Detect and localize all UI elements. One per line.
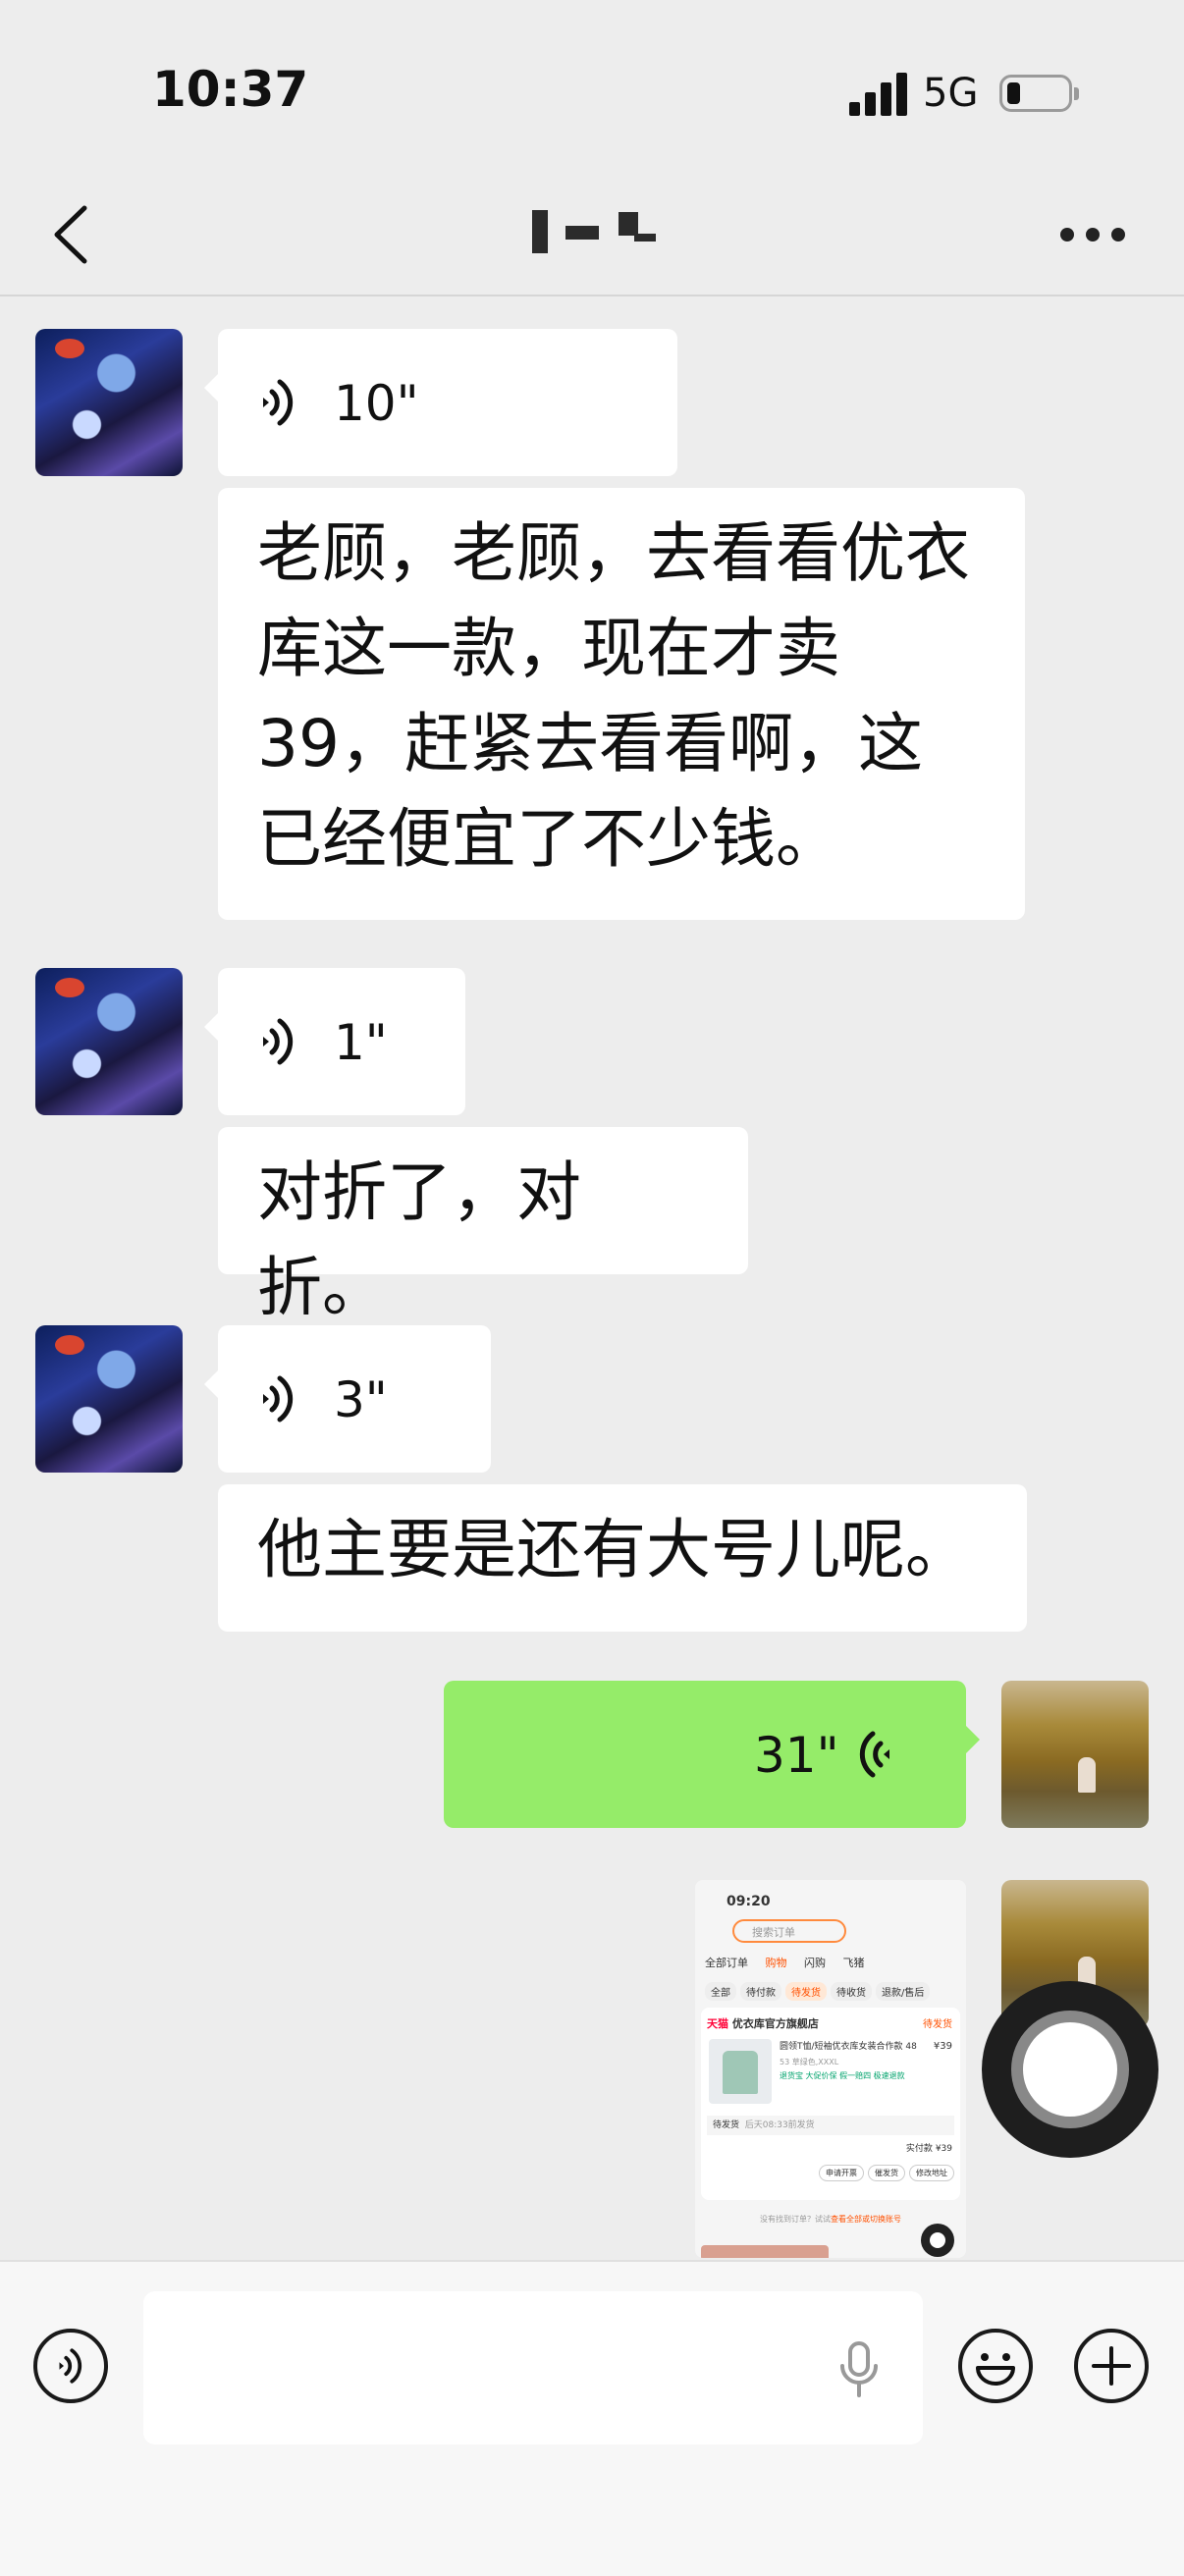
thumb-tabs: 全部订单 购物 闪购 飞猪 — [705, 1955, 960, 1970]
back-chevron-icon[interactable] — [45, 200, 104, 269]
voice-wave-icon — [263, 1018, 294, 1065]
image-message[interactable]: 09:20 搜索订单 全部订单 购物 闪购 飞猪 全部 待付款 待发货 待收货 退款/售… — [695, 1880, 966, 2258]
contact-avatar[interactable] — [35, 968, 183, 1115]
thumb-shipping: 待发货 — [713, 2120, 740, 2130]
thumb-search: 搜索订单 — [732, 1919, 846, 1943]
emoji-button[interactable] — [958, 2329, 1033, 2403]
signal-strength-icon — [849, 73, 908, 116]
emoji-icon — [976, 2353, 1015, 2386]
voice-message[interactable]: 1" — [204, 968, 465, 1115]
thumb-time: 09:20 — [727, 1894, 771, 1909]
thumb-paid-label: 实付款 — [905, 2144, 933, 2154]
plus-button[interactable] — [1074, 2329, 1149, 2403]
voice-duration: 3" — [334, 1371, 388, 1428]
thumb-tab: 全部订单 — [705, 1957, 748, 1969]
text-message[interactable]: 他主要是还有大号儿呢。 — [218, 1484, 1027, 1632]
contact-avatar[interactable] — [35, 329, 183, 476]
thumb-subtab: 待发货 — [785, 1982, 827, 2001]
thumb-store-name: 优衣库官方旗舰店 — [731, 2017, 819, 2030]
thumb-tab: 闪购 — [804, 1957, 826, 1969]
thumb-tags: 退货宝 大促价保 假一赔四 极速退款 — [780, 2071, 905, 2080]
voice-duration: 31" — [754, 1727, 839, 1784]
thumb-product-name: 圆领T恤/短袖优衣库女装合作款 48 — [780, 2042, 917, 2052]
battery-icon — [999, 75, 1079, 112]
thumb-tab: 飞猪 — [842, 1957, 865, 1969]
thumb-subtab: 待收货 — [831, 1982, 872, 2001]
thumb-next-image — [701, 2245, 829, 2258]
thumb-assistive-touch — [921, 2224, 954, 2257]
my-avatar[interactable] — [1001, 1681, 1149, 1828]
thumb-unit-price: ¥39 — [933, 2041, 952, 2052]
text-message[interactable]: 对折了，对折。 — [218, 1127, 748, 1325]
voice-mode-button[interactable] — [33, 2329, 108, 2403]
thumb-button: 修改地址 — [909, 2165, 954, 2181]
thumb-tab: 购物 — [765, 1957, 787, 1969]
network-type: 5G — [923, 71, 979, 116]
thumb-subtab: 退款/售后 — [876, 1982, 931, 2001]
voice-duration: 10" — [334, 375, 419, 432]
voice-wave-icon — [263, 379, 294, 426]
chat-nav-bar — [0, 177, 1184, 296]
input-bar — [0, 2260, 1184, 2576]
plus-icon — [1092, 2346, 1131, 2386]
thumb-order-card: 天猫 优衣库官方旗舰店 待发货 圆领T恤/短袖优衣库女装合作款 48 ¥39 5… — [701, 2008, 960, 2200]
microphone-icon[interactable] — [836, 2340, 882, 2399]
thumb-paid: ¥39 — [935, 2144, 952, 2154]
thumb-buttons: 申请开票 催发货 修改地址 — [815, 2165, 954, 2181]
more-dots-icon[interactable] — [1060, 228, 1129, 243]
voice-mode-icon — [59, 2348, 82, 2384]
thumb-subtab: 全部 — [705, 1982, 736, 2001]
voice-wave-icon — [859, 1731, 889, 1778]
chat-title-redacted — [511, 206, 677, 255]
voice-duration: 1" — [334, 1014, 388, 1071]
thumb-order-status: 待发货 — [923, 2019, 952, 2030]
thumb-product-image — [709, 2039, 772, 2104]
text-message[interactable]: 老顾，老顾，去看看优衣库这一款，现在才卖 39，赶紧去看看啊，这已经便宜了不少钱… — [218, 488, 1025, 920]
thumb-shipping-note: 后天08:33前发货 — [744, 2120, 815, 2130]
thumb-footer-link: 查看全部或切换账号 — [831, 2215, 901, 2224]
thumb-footer-text: 没有找到订单？试试 — [760, 2215, 831, 2224]
assistive-touch-button[interactable] — [982, 1981, 1158, 2158]
voice-wave-icon — [263, 1375, 294, 1422]
message-input[interactable] — [143, 2291, 923, 2444]
voice-message[interactable]: 10" — [204, 329, 677, 476]
thumb-button: 催发货 — [868, 2165, 905, 2181]
thumb-spec: 53 草绿色,XXXL — [780, 2058, 839, 2066]
outgoing-voice-message[interactable]: 31" — [444, 1681, 980, 1828]
thumb-store-badge: 天猫 — [707, 2017, 728, 2030]
voice-message[interactable]: 3" — [204, 1325, 491, 1473]
thumb-subtabs: 全部 待付款 待发货 待收货 退款/售后 — [705, 1982, 960, 2001]
contact-avatar[interactable] — [35, 1325, 183, 1473]
status-time: 10:37 — [152, 61, 309, 118]
thumb-button: 申请开票 — [819, 2165, 864, 2181]
thumb-subtab: 待付款 — [740, 1982, 781, 2001]
